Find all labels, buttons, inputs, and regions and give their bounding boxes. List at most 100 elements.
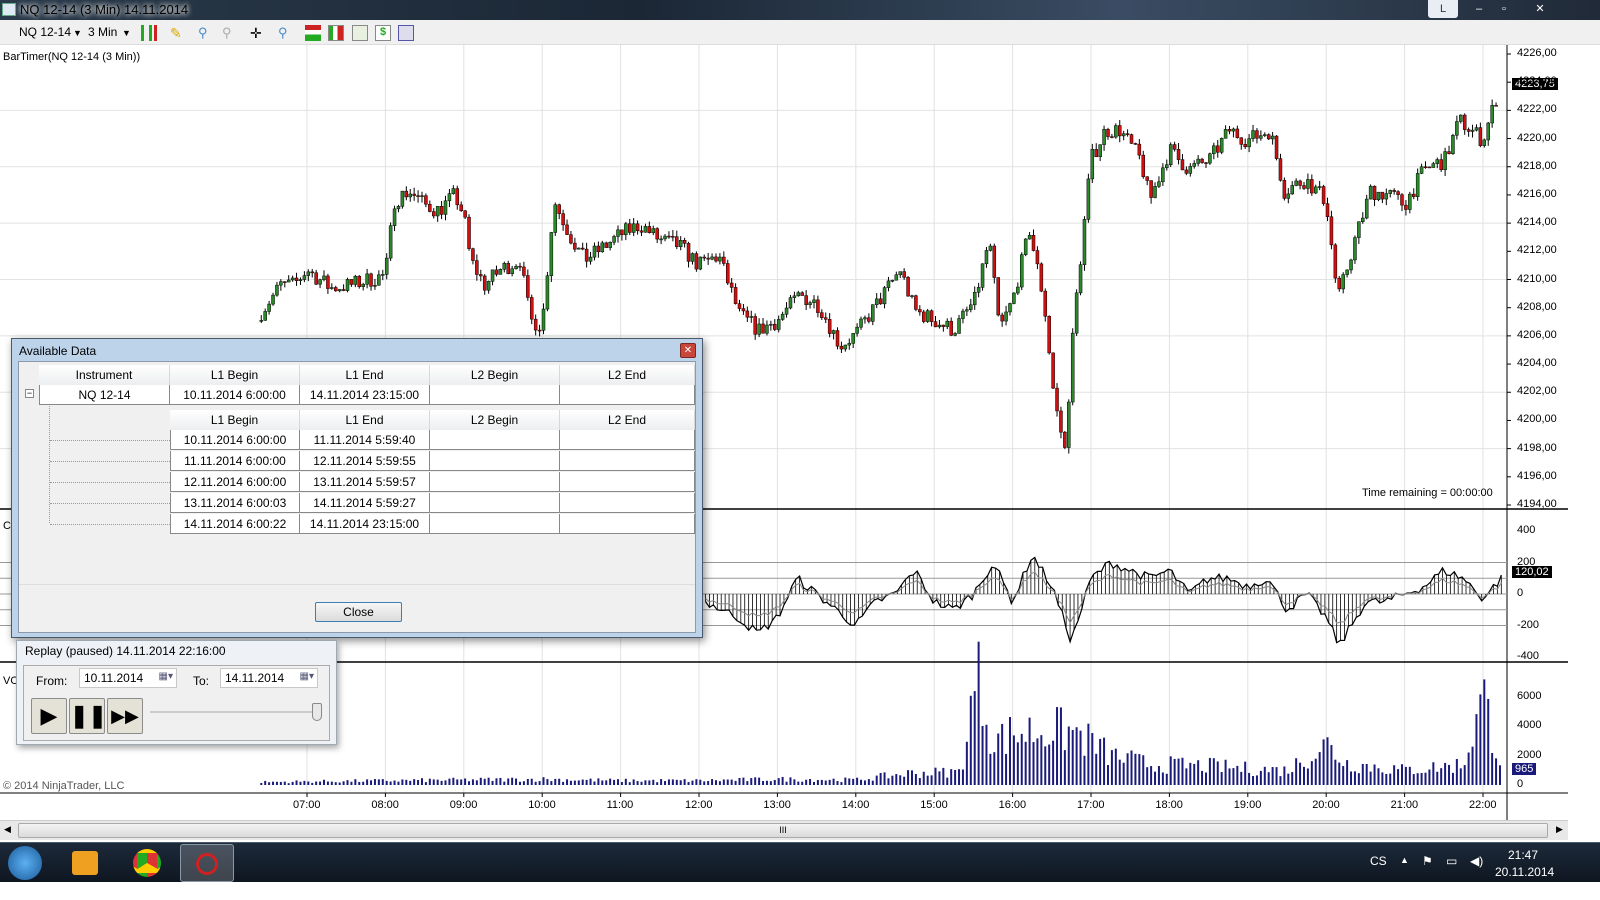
chrome-icon[interactable]	[133, 849, 161, 877]
row-l1-begin[interactable]: 11.11.2014 6:00:00	[170, 451, 300, 471]
time-tick-label: 08:00	[371, 799, 399, 811]
candle-body	[1388, 190, 1392, 194]
language-indicator[interactable]: CS	[1370, 854, 1387, 868]
col-l2-begin[interactable]: L2 Begin	[430, 365, 560, 385]
row-l1-begin[interactable]: 14.11.2014 6:00:22	[170, 514, 300, 534]
candle-body	[808, 302, 812, 305]
volume-bar	[624, 778, 627, 785]
tab-l-button[interactable]: L	[1428, 0, 1458, 18]
speed-slider[interactable]	[150, 711, 322, 713]
volume-bar	[1114, 748, 1117, 785]
chart-style-icon[interactable]	[141, 25, 157, 41]
candle-body	[471, 248, 475, 261]
subcol-l2-begin[interactable]: L2 Begin	[430, 410, 560, 430]
instrument-selector[interactable]: NQ 12-14	[19, 25, 71, 39]
candle-body	[843, 344, 848, 350]
scroll-left-icon[interactable]: ◀	[4, 824, 11, 835]
crosshair-icon[interactable]: ✛	[250, 25, 266, 41]
col-l2-end[interactable]: L2 End	[560, 365, 695, 385]
to-date-field[interactable]: 14.11.2014 ▦▾	[220, 668, 318, 688]
row-l2-end[interactable]	[560, 514, 695, 534]
speed-slider-thumb[interactable]	[312, 703, 322, 721]
row-l1-end[interactable]: 13.11.2014 5:59:57	[300, 472, 430, 492]
show-hidden-icons[interactable]: ▲	[1400, 855, 1409, 865]
orders-icon[interactable]	[305, 25, 321, 41]
pencil-icon[interactable]: ✎	[170, 25, 186, 41]
row-l2-begin[interactable]	[430, 472, 560, 492]
flag-icon[interactable]: ⚑	[1422, 854, 1433, 868]
row-l1-end[interactable]: 12.11.2014 5:59:55	[300, 451, 430, 471]
volume-bar	[640, 781, 643, 785]
fast-forward-button[interactable]: ▶▶	[107, 698, 143, 734]
price-tick-label: 4216,00	[1517, 187, 1557, 200]
scroll-right-icon[interactable]: ▶	[1556, 824, 1563, 835]
chevron-down-icon[interactable]: ▼	[122, 28, 131, 38]
col-instrument[interactable]: Instrument	[39, 365, 170, 385]
row-l1-end[interactable]: 14.11.2014 5:59:27	[300, 493, 430, 513]
play-button[interactable]: ▶	[31, 698, 67, 734]
interval-selector[interactable]: 3 Min	[88, 25, 117, 39]
indicator-icon[interactable]	[352, 25, 368, 41]
scroll-thumb[interactable]: III	[18, 823, 1548, 838]
row-l2-end[interactable]	[560, 430, 695, 450]
candle-body	[737, 303, 742, 309]
volume-bar	[526, 778, 529, 785]
dollar-icon[interactable]: $	[375, 25, 391, 41]
col-l1-end[interactable]: L1 End	[300, 365, 430, 385]
ninjatrader-taskbar-button[interactable]	[180, 844, 234, 882]
cell-l1-end[interactable]: 14.11.2014 23:15:00	[300, 385, 430, 405]
properties-icon[interactable]	[398, 25, 414, 41]
row-l1-end[interactable]: 14.11.2014 23:15:00	[300, 514, 430, 534]
row-l1-begin[interactable]: 12.11.2014 6:00:00	[170, 472, 300, 492]
media-player-icon[interactable]	[72, 851, 98, 875]
volume-bar	[652, 779, 655, 785]
candle-body	[502, 263, 507, 270]
cell-l2-end[interactable]	[560, 385, 695, 405]
row-l2-begin[interactable]	[430, 514, 560, 534]
chevron-down-icon[interactable]: ▼	[73, 28, 82, 38]
row-l1-begin[interactable]: 13.11.2014 6:00:03	[170, 493, 300, 513]
start-button[interactable]	[8, 846, 42, 880]
cell-instrument[interactable]: NQ 12-14	[39, 385, 170, 405]
from-label: From:	[36, 674, 68, 688]
maximize-button[interactable]: ▫	[1492, 0, 1516, 18]
candle-body	[980, 263, 985, 288]
horizontal-scrollbar[interactable]: ◀ III ▶	[0, 820, 1568, 840]
row-l1-end[interactable]: 11.11.2014 5:59:40	[300, 430, 430, 450]
subcol-l1-begin[interactable]: L1 Begin	[170, 410, 300, 430]
network-icon[interactable]: ▭	[1446, 854, 1457, 868]
row-l2-begin[interactable]	[430, 430, 560, 450]
subcol-l1-end[interactable]: L1 End	[300, 410, 430, 430]
candle-body	[784, 307, 789, 315]
row-l2-end[interactable]	[560, 472, 695, 492]
pause-button[interactable]: ❚❚	[69, 698, 107, 734]
subcol-l2-end[interactable]: L2 End	[560, 410, 695, 430]
zoom-out-icon[interactable]: ⚲	[222, 25, 238, 41]
minimize-button[interactable]: –	[1466, 0, 1492, 18]
calendar-icon[interactable]: ▦▾	[159, 671, 173, 682]
from-date-field[interactable]: 10.11.2014 ▦▾	[79, 668, 177, 688]
col-l1-begin[interactable]: L1 Begin	[170, 365, 300, 385]
calendar-icon[interactable]: ▦▾	[300, 671, 314, 682]
volume-bar	[1232, 768, 1235, 785]
volume-icon[interactable]: ◀)	[1470, 854, 1483, 868]
volume-bar	[1016, 742, 1019, 785]
candle-body	[898, 271, 902, 276]
row-l2-begin[interactable]	[430, 451, 560, 471]
search-icon[interactable]: ⚲	[278, 25, 294, 41]
zoom-in-icon[interactable]: ⚲	[198, 25, 214, 41]
row-l1-begin[interactable]: 10.11.2014 6:00:00	[170, 430, 300, 450]
close-button[interactable]: Close	[315, 602, 402, 622]
volume-bar	[1044, 746, 1047, 785]
bars-icon[interactable]	[328, 25, 344, 41]
row-l2-begin[interactable]	[430, 493, 560, 513]
volume-bar	[997, 733, 1000, 785]
dialog-close-icon[interactable]: ✕	[680, 343, 696, 358]
volume-bar	[1365, 763, 1368, 785]
row-l2-end[interactable]	[560, 493, 695, 513]
close-window-button[interactable]: ✕	[1518, 0, 1562, 18]
cell-l1-begin[interactable]: 10.11.2014 6:00:00	[170, 385, 300, 405]
collapse-icon[interactable]: −	[25, 389, 34, 398]
cell-l2-begin[interactable]	[430, 385, 560, 405]
row-l2-end[interactable]	[560, 451, 695, 471]
